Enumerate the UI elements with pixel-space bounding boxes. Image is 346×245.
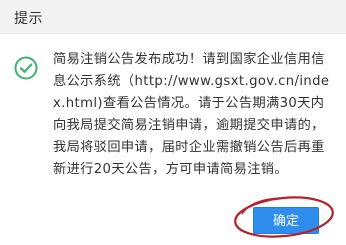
dialog-title: 提示	[14, 11, 43, 27]
dialog-titlebar: 提示	[0, 0, 346, 34]
notice-dialog: 提示 简易注销公告发布成功！请到国家企业信用信息公示系统（http://www.…	[0, 0, 346, 245]
confirm-button[interactable]: 确定	[253, 207, 319, 234]
success-check-icon	[14, 56, 38, 80]
dialog-message: 简易注销公告发布成功！请到国家企业信用信息公示系统（http://www.gsx…	[53, 52, 330, 177]
dialog-footer: 确定	[0, 196, 346, 245]
